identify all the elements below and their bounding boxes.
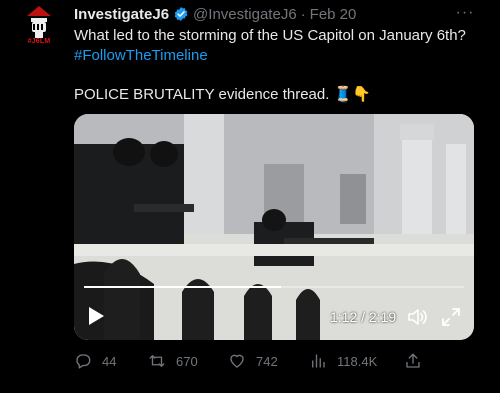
share-icon [406, 353, 420, 368]
retweet-count: 670 [176, 353, 198, 369]
video-progress-fill [84, 286, 281, 288]
reply-icon [76, 354, 91, 369]
analytics-icon [312, 354, 325, 368]
separator-dot: · [300, 5, 306, 23]
tweet[interactable]: #J6LM InvestigateJ6 @InvestigateJ6 · Feb… [0, 0, 500, 393]
video-progress-bar[interactable] [84, 286, 464, 288]
share-button[interactable] [404, 350, 432, 372]
hashtag-link[interactable]: #FollowTheTimeline [74, 46, 484, 66]
author-name[interactable]: InvestigateJ6 [74, 6, 169, 23]
tweet-text: What led to the storming of the US Capit… [74, 26, 484, 66]
tweet-line-3: POLICE BRUTALITY evidence thread. 🧵👇 [74, 86, 371, 103]
verified-badge-icon[interactable] [173, 6, 189, 22]
author-handle[interactable]: @InvestigateJ6 [193, 6, 297, 23]
video-frame [74, 114, 474, 340]
avatar-text: #J6LM [27, 38, 51, 45]
view-count: 118.4K [337, 353, 378, 369]
volume-icon[interactable] [408, 308, 428, 326]
views-button[interactable]: 118.4K [309, 350, 377, 372]
heart-icon [230, 354, 244, 368]
retweet-icon [149, 355, 165, 367]
tweet-line-1: What led to the storming of the US Capit… [74, 27, 466, 44]
tweet-date[interactable]: Feb 20 [310, 6, 357, 23]
retweet-button[interactable]: 670 [148, 350, 198, 372]
play-icon[interactable] [88, 307, 104, 325]
fullscreen-icon[interactable] [442, 308, 460, 326]
more-options-icon[interactable]: ··· [455, 4, 475, 24]
video-time: 1:12 / 2:19 [330, 309, 397, 325]
reply-button[interactable]: 44 [74, 350, 116, 372]
video-player[interactable]: 1:12 / 2:19 [74, 114, 474, 340]
like-button[interactable]: 742 [228, 350, 278, 372]
action-bar: 44 670 742 118.4K [74, 350, 474, 372]
tweet-header: InvestigateJ6 @InvestigateJ6 · Feb 20 [74, 4, 356, 24]
reply-count: 44 [102, 353, 117, 369]
like-count: 742 [256, 353, 278, 369]
